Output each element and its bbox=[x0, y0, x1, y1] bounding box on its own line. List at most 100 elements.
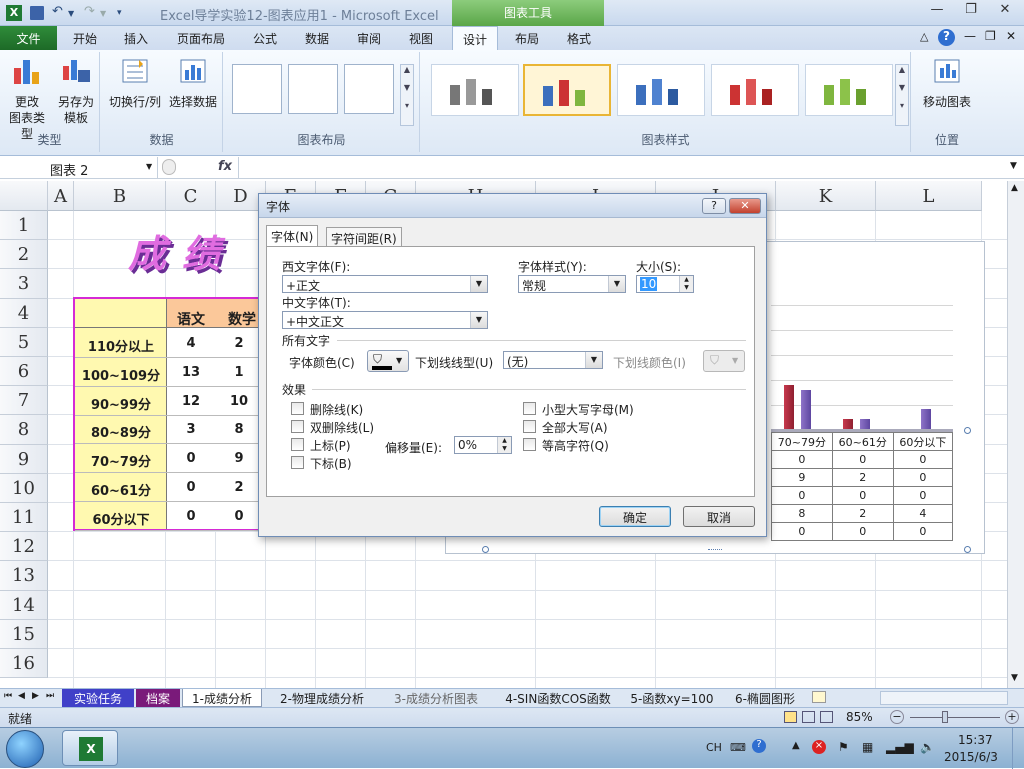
taskbar-excel-button[interactable]: X bbox=[62, 730, 118, 766]
minimize-icon[interactable]: — bbox=[924, 2, 950, 22]
row-header-7[interactable]: 7 bbox=[0, 386, 48, 416]
change-chart-type-button[interactable]: 更改 图表类型 bbox=[4, 56, 50, 142]
western-font-select[interactable]: +正文 ▼ bbox=[282, 275, 488, 293]
sheet-tab-archive[interactable]: 档案 bbox=[136, 689, 180, 707]
tray-expand-icon[interactable]: ▲ bbox=[792, 740, 800, 751]
volume-icon[interactable]: 🔈 bbox=[920, 740, 935, 754]
sheet-tab-3[interactable]: 3-成绩分析图表 bbox=[382, 689, 490, 707]
row-header-2[interactable]: 2 bbox=[0, 240, 48, 270]
chart-style-green[interactable] bbox=[805, 64, 893, 116]
chart-bar[interactable] bbox=[801, 390, 811, 429]
dialog-help-button[interactable]: ? bbox=[702, 198, 726, 214]
all-caps-checkbox[interactable] bbox=[523, 420, 536, 433]
scroll-down-icon[interactable]: ▼ bbox=[1011, 673, 1018, 683]
row-header-4[interactable]: 4 bbox=[0, 298, 48, 328]
tab-home[interactable]: 开始 bbox=[62, 26, 108, 50]
chart-bar[interactable] bbox=[843, 419, 853, 429]
select-all-corner[interactable] bbox=[0, 181, 48, 211]
show-desktop-button[interactable] bbox=[1012, 728, 1024, 769]
scroll-up-icon[interactable]: ▲ bbox=[1011, 183, 1018, 193]
row-header-14[interactable]: 14 bbox=[0, 590, 48, 620]
tab-file[interactable]: 文件 bbox=[0, 26, 57, 50]
equal-height-checkbox[interactable] bbox=[523, 438, 536, 451]
sheet-tab-1[interactable]: 1-成绩分析 bbox=[182, 689, 262, 707]
row-header-9[interactable]: 9 bbox=[0, 444, 48, 474]
asian-font-select[interactable]: +中文正文 ▼ bbox=[282, 311, 488, 329]
offset-input[interactable]: 0% ▲ ▼ bbox=[454, 436, 512, 454]
tab-view[interactable]: 视图 bbox=[398, 26, 444, 50]
size-input[interactable]: 10 ▲ ▼ bbox=[636, 275, 694, 293]
clock-time[interactable]: 15:37 bbox=[958, 733, 993, 747]
tab-formulas[interactable]: 公式 bbox=[242, 26, 288, 50]
network-icon[interactable]: ▂▄▆ bbox=[886, 740, 914, 754]
row-header-1[interactable]: 1 bbox=[0, 211, 48, 241]
row-header-5[interactable]: 5 bbox=[0, 327, 48, 357]
security-alert-icon[interactable]: × bbox=[812, 740, 826, 754]
formula-resize-handle[interactable] bbox=[162, 159, 176, 175]
tab-review[interactable]: 审阅 bbox=[346, 26, 392, 50]
row-header-6[interactable]: 6 bbox=[0, 357, 48, 387]
restore-icon[interactable]: ❐ bbox=[958, 2, 984, 22]
save-as-template-button[interactable]: 另存为 模板 bbox=[54, 56, 98, 126]
next-sheet-icon[interactable]: ▶ bbox=[32, 691, 39, 701]
tab-char-spacing[interactable]: 字符间距(R) bbox=[326, 227, 402, 246]
chart-layout-2[interactable] bbox=[288, 64, 338, 114]
row-header-11[interactable]: 11 bbox=[0, 503, 48, 533]
keyboard-icon[interactable]: ⌨ bbox=[730, 741, 746, 754]
page-layout-view-icon[interactable] bbox=[802, 711, 815, 723]
column-header-k[interactable]: K bbox=[776, 181, 876, 211]
name-box[interactable]: 图表 2 bbox=[0, 157, 158, 179]
ribbon-minimize-icon[interactable]: △ bbox=[920, 30, 928, 43]
chart-style-red[interactable] bbox=[711, 64, 799, 116]
zoom-out-icon[interactable]: − bbox=[890, 710, 904, 724]
redo-dropdown-icon[interactable]: ▼ bbox=[100, 9, 106, 18]
chart-handle[interactable] bbox=[964, 427, 971, 434]
tab-layout[interactable]: 布局 bbox=[504, 26, 550, 50]
chart-bar[interactable] bbox=[784, 385, 794, 429]
windows-flag-icon[interactable]: ▦ bbox=[862, 740, 873, 754]
move-chart-button[interactable]: 移动图表 bbox=[918, 56, 976, 110]
normal-view-icon[interactable] bbox=[784, 711, 797, 723]
row-header-15[interactable]: 15 bbox=[0, 619, 48, 649]
tab-page-layout[interactable]: 页面布局 bbox=[168, 26, 234, 50]
tab-insert[interactable]: 插入 bbox=[113, 26, 159, 50]
vertical-scrollbar[interactable]: ▲ ▼ bbox=[1007, 181, 1024, 688]
start-button-icon[interactable] bbox=[6, 730, 44, 768]
font-color-button[interactable]: ⛉ ▼ bbox=[367, 350, 409, 372]
chart-style-blue[interactable] bbox=[617, 64, 705, 116]
row-header-10[interactable]: 10 bbox=[0, 473, 48, 503]
column-header-c[interactable]: C bbox=[166, 181, 216, 211]
spinner-icon[interactable]: ▲ ▼ bbox=[497, 437, 511, 453]
tab-design[interactable]: 设计 bbox=[452, 26, 498, 51]
styles-scroll[interactable]: ▲ ▼ ▾ bbox=[895, 64, 909, 126]
ime-help-icon[interactable]: ? bbox=[752, 739, 766, 753]
zoom-level[interactable]: 85% bbox=[846, 710, 873, 724]
row-header-12[interactable]: 12 bbox=[0, 532, 48, 562]
undo-icon[interactable]: ↶ bbox=[52, 4, 63, 19]
row-header-16[interactable]: 16 bbox=[0, 649, 48, 679]
small-caps-checkbox[interactable] bbox=[523, 402, 536, 415]
column-header-l[interactable]: L bbox=[876, 181, 982, 211]
dialog-close-button[interactable]: ✕ bbox=[729, 198, 761, 214]
close-icon[interactable]: ✕ bbox=[992, 2, 1018, 22]
fx-icon[interactable]: fx bbox=[218, 159, 232, 174]
input-language[interactable]: CH bbox=[706, 741, 722, 754]
sheet-tab-2[interactable]: 2-物理成绩分析 bbox=[268, 689, 376, 707]
chart-handle[interactable] bbox=[964, 546, 971, 553]
help-icon[interactable]: ? bbox=[938, 29, 955, 46]
zoom-slider[interactable] bbox=[910, 717, 1000, 718]
chart-handle[interactable] bbox=[708, 549, 722, 553]
zoom-slider-thumb[interactable] bbox=[942, 711, 948, 723]
sheet-tab-4[interactable]: 4-SIN函数COS函数 bbox=[496, 689, 620, 707]
formula-expand-icon[interactable]: ▼ bbox=[1010, 161, 1017, 171]
clock-date[interactable]: 2015/6/3 bbox=[944, 750, 998, 764]
column-header-b[interactable]: B bbox=[74, 181, 166, 211]
tab-font[interactable]: 字体(N) bbox=[266, 225, 319, 247]
first-sheet-icon[interactable]: ⏮ bbox=[4, 691, 12, 701]
doc-minimize-icon[interactable]: — bbox=[964, 29, 976, 43]
font-style-select[interactable]: 常规 ▼ bbox=[518, 275, 626, 293]
subscript-checkbox[interactable] bbox=[291, 456, 304, 469]
double-strikethrough-checkbox[interactable] bbox=[291, 420, 304, 433]
select-data-button[interactable]: 选择数据 bbox=[167, 56, 219, 110]
page-break-view-icon[interactable] bbox=[820, 711, 833, 723]
